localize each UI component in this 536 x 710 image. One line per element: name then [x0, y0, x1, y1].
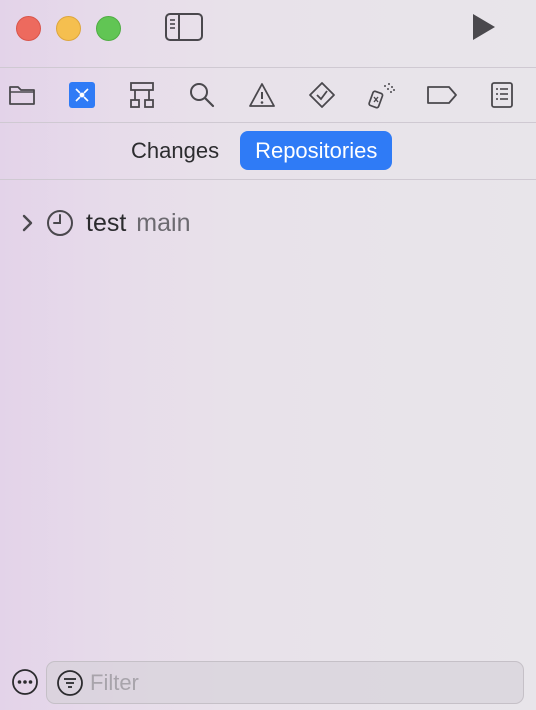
debug-spray-icon — [368, 83, 395, 109]
sidebar-toggle-button[interactable] — [164, 11, 204, 43]
tab-find-navigator[interactable] — [187, 80, 217, 110]
traffic-lights — [16, 16, 121, 41]
xcode-navigator-window: Changes Repositories test main — [0, 0, 536, 710]
play-icon — [473, 14, 495, 40]
disclosure-chevron[interactable] — [18, 211, 36, 235]
hierarchy-icon — [130, 82, 154, 108]
sidebar-toggle-icon — [165, 13, 203, 41]
tab-breakpoint-navigator[interactable] — [425, 80, 459, 110]
filter-bar — [0, 660, 536, 704]
minimize-button[interactable] — [56, 16, 81, 41]
filter-icon — [57, 669, 83, 696]
branch-name: main — [136, 208, 191, 237]
tab-symbol-navigator[interactable] — [127, 80, 157, 110]
run-button[interactable] — [464, 11, 500, 43]
warning-icon — [249, 83, 275, 107]
close-button[interactable] — [16, 16, 41, 41]
more-options-button[interactable] — [11, 668, 39, 696]
tab-test-navigator[interactable] — [307, 80, 337, 110]
ellipsis-circle-icon — [12, 669, 38, 695]
segment-divider — [0, 179, 536, 180]
tab-report-navigator[interactable] — [487, 80, 517, 110]
repository-name: test — [86, 208, 127, 237]
source-control-icon — [75, 88, 89, 102]
source-control-segmented-control: Changes Repositories — [116, 131, 393, 170]
navigator-tab-bar — [0, 70, 536, 120]
tab-issue-navigator[interactable] — [247, 80, 277, 110]
segment-repositories[interactable]: Repositories — [240, 131, 393, 170]
filter-field-container — [46, 661, 524, 704]
search-icon — [190, 83, 215, 108]
breakpoint-tag-icon — [427, 86, 457, 104]
segment-changes[interactable]: Changes — [116, 131, 234, 170]
tab-debug-navigator[interactable] — [367, 80, 397, 110]
repository-row[interactable]: test main — [18, 203, 190, 243]
clock-icon — [47, 210, 73, 236]
test-diamond-icon — [309, 82, 335, 108]
filter-input[interactable] — [90, 669, 490, 696]
toolbar-divider — [0, 67, 536, 68]
folder-icon — [9, 86, 35, 105]
tab-bar-divider — [0, 122, 536, 123]
zoom-button[interactable] — [96, 16, 121, 41]
tab-project-navigator[interactable] — [7, 80, 37, 110]
filter-button[interactable] — [56, 669, 84, 697]
chevron-right-icon — [22, 214, 33, 232]
repository-icon — [46, 209, 74, 237]
report-list-icon — [491, 82, 513, 108]
tab-source-control-navigator[interactable] — [69, 82, 95, 108]
